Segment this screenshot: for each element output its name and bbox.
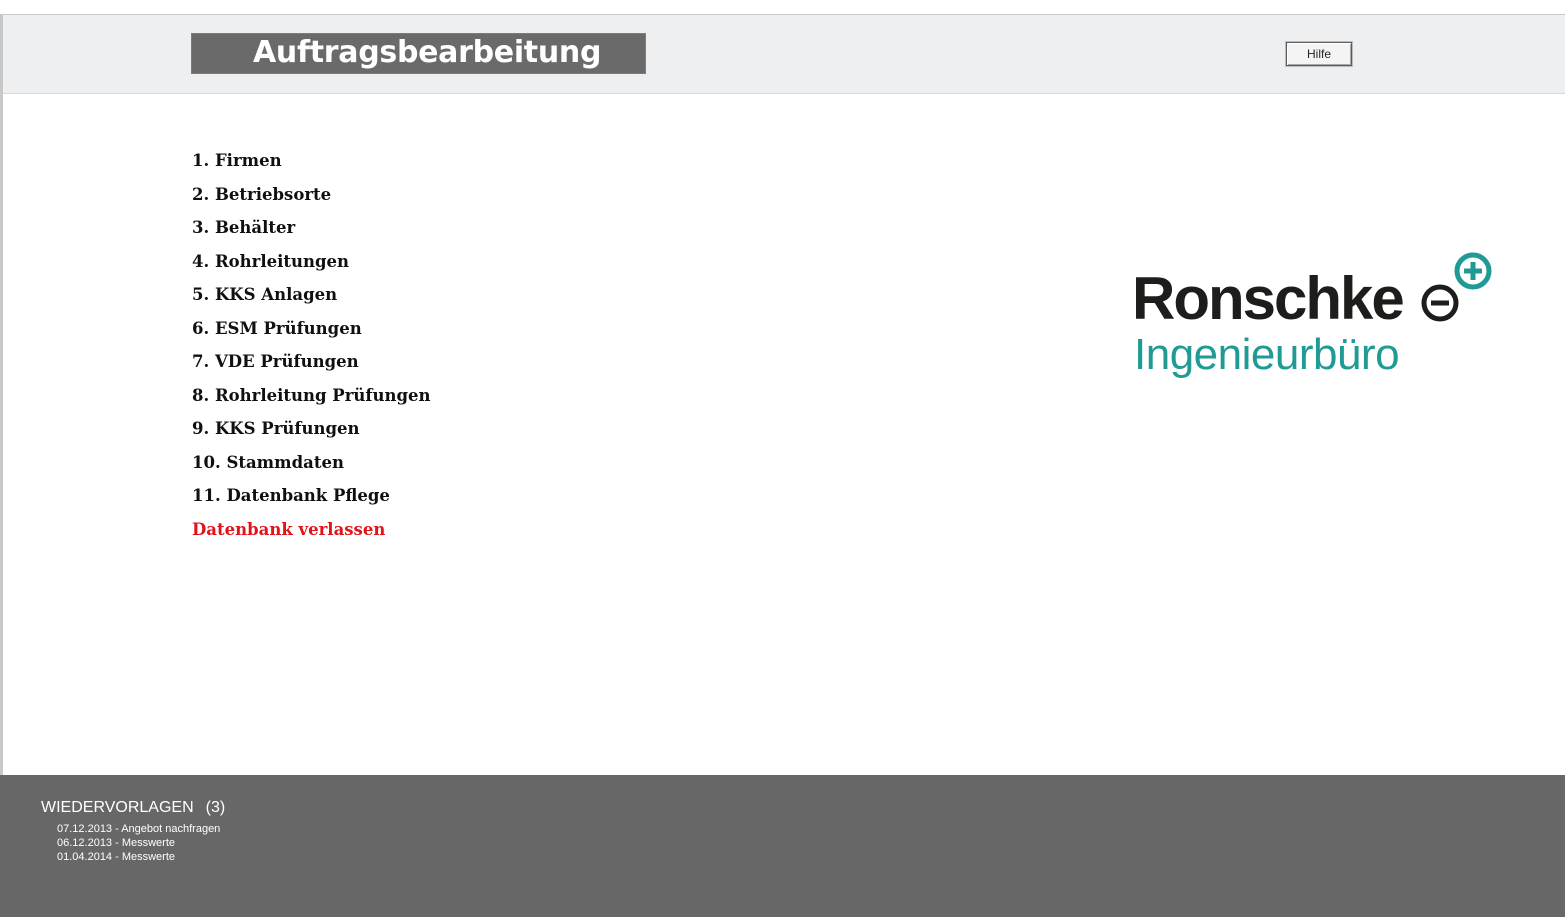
follow-up-item[interactable]: 01.04.2014 - Messwerte xyxy=(57,850,220,864)
menu-item-firmen[interactable]: 1. Firmen xyxy=(192,148,431,182)
title-box: Auftragsbearbeitung xyxy=(191,33,646,74)
company-logo: Ronschke Ingenieurbüro xyxy=(1132,248,1512,388)
menu-item-rohrleitung-pruefungen[interactable]: 8. Rohrleitung Prüfungen xyxy=(192,383,431,417)
follow-up-title: WIEDERVORLAGEN xyxy=(41,799,194,816)
menu-item-kks-anlagen[interactable]: 5. KKS Anlagen xyxy=(192,282,431,316)
menu-item-behaelter[interactable]: 3. Behälter xyxy=(192,215,431,249)
help-button[interactable]: Hilfe xyxy=(1286,42,1352,66)
window-top-strip xyxy=(0,0,1565,15)
header-bar: Auftragsbearbeitung Hilfe xyxy=(3,15,1565,94)
main-menu: 1. Firmen 2. Betriebsorte 3. Behälter 4.… xyxy=(192,148,431,550)
menu-item-vde-pruefungen[interactable]: 7. VDE Prüfungen xyxy=(192,349,431,383)
menu-item-stammdaten[interactable]: 10. Stammdaten xyxy=(192,450,431,484)
logo-name: Ronschke xyxy=(1132,265,1405,332)
plus-minus-circles-icon xyxy=(1421,252,1492,322)
follow-up-item[interactable]: 07.12.2013 - Angebot nachfragen xyxy=(57,822,220,836)
menu-item-rohrleitungen[interactable]: 4. Rohrleitungen xyxy=(192,249,431,283)
logo-subtitle: Ingenieurbüro xyxy=(1134,330,1400,379)
exit-database-link[interactable]: Datenbank verlassen xyxy=(192,517,431,551)
follow-up-heading: WIEDERVORLAGEN (3) xyxy=(41,799,225,817)
follow-up-item[interactable]: 06.12.2013 - Messwerte xyxy=(57,836,220,850)
menu-item-datenbank-pflege[interactable]: 11. Datenbank Pflege xyxy=(192,483,431,517)
follow-up-list: 07.12.2013 - Angebot nachfragen 06.12.20… xyxy=(57,822,220,864)
page-title: Auftragsbearbeitung xyxy=(253,35,602,70)
menu-item-betriebsorte[interactable]: 2. Betriebsorte xyxy=(192,182,431,216)
follow-up-panel: WIEDERVORLAGEN (3) 07.12.2013 - Angebot n… xyxy=(0,775,1565,917)
follow-up-count: (3) xyxy=(205,799,226,816)
menu-item-esm-pruefungen[interactable]: 6. ESM Prüfungen xyxy=(192,316,431,350)
menu-item-kks-pruefungen[interactable]: 9. KKS Prüfungen xyxy=(192,416,431,450)
left-edge xyxy=(0,14,3,775)
